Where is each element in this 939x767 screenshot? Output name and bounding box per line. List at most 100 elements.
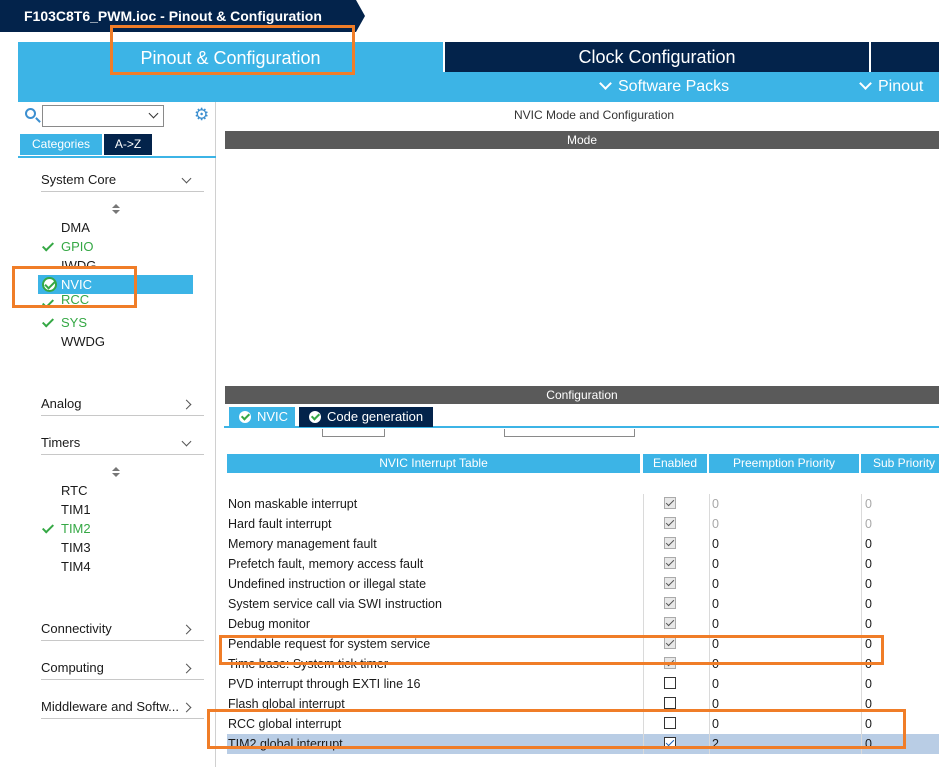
interrupt-name: Non maskable interrupt: [228, 497, 358, 511]
item-label: WWDG: [61, 334, 106, 349]
section-label: Computing: [41, 660, 104, 675]
tab-a-to-z[interactable]: A->Z: [104, 134, 152, 155]
item-label: SYS: [61, 315, 88, 330]
configuration-header[interactable]: Configuration: [225, 386, 939, 404]
section-computing[interactable]: Computing: [41, 656, 204, 680]
column-divider: [861, 594, 862, 614]
column-divider: [643, 594, 644, 614]
checkbox-box: [664, 697, 676, 709]
sidebar-item-dma[interactable]: DMA: [38, 218, 193, 237]
table-row[interactable]: PVD interrupt through EXTI line 16 0 0: [227, 674, 939, 694]
tab-categories[interactable]: Categories: [20, 134, 102, 155]
sidebar-item-tim4[interactable]: TIM4: [38, 557, 193, 576]
column-divider: [643, 514, 644, 534]
interrupt-name: Memory management fault: [228, 537, 377, 551]
section-analog[interactable]: Analog: [41, 392, 204, 416]
enabled-checkbox[interactable]: [664, 677, 678, 691]
preemption-priority[interactable]: 0: [712, 537, 719, 551]
tab-nvic[interactable]: NVIC: [229, 407, 295, 427]
enabled-checkbox: [664, 557, 678, 571]
section-connectivity[interactable]: Connectivity: [41, 617, 204, 641]
item-label: TIM2: [61, 521, 91, 536]
preemption-priority[interactable]: 0: [712, 497, 719, 511]
interrupt-name: Debug monitor: [228, 617, 310, 631]
checkbox-box: [664, 517, 676, 529]
sidebar-item-tim2[interactable]: TIM2: [38, 519, 193, 538]
check-icon: [41, 315, 55, 328]
option-control-stub[interactable]: [504, 429, 635, 437]
interrupt-name: Prefetch fault, memory access fault: [228, 557, 424, 571]
table-row[interactable]: Hard fault interrupt 0 0: [227, 514, 939, 534]
chevron-right-icon: [181, 399, 192, 410]
sub-priority[interactable]: 0: [865, 517, 872, 531]
column-divider: [643, 534, 644, 554]
column-header-enabled[interactable]: Enabled: [643, 454, 707, 473]
column-header-interrupt[interactable]: NVIC Interrupt Table: [227, 454, 640, 473]
sub-priority[interactable]: 0: [865, 617, 872, 631]
chevron-right-icon: [181, 624, 192, 635]
mode-header[interactable]: Mode: [225, 131, 939, 149]
item-label: TIM3: [61, 540, 91, 555]
table-row[interactable]: Non maskable interrupt 0 0: [227, 494, 939, 514]
tab-clock-configuration[interactable]: Clock Configuration: [445, 42, 869, 72]
column-divider: [861, 614, 862, 634]
column-divider: [861, 494, 862, 514]
sub-priority[interactable]: 0: [865, 677, 872, 691]
tab-code-generation[interactable]: Code generation: [299, 407, 433, 427]
sidebar-item-wwdg[interactable]: WWDG: [38, 332, 193, 351]
enabled-checkbox: [664, 537, 678, 551]
preemption-priority[interactable]: 0: [712, 517, 719, 531]
sub-priority[interactable]: 0: [865, 497, 872, 511]
table-row[interactable]: Undefined instruction or illegal state 0 0: [227, 574, 939, 594]
column-divider: [861, 674, 862, 694]
search-combo[interactable]: [42, 105, 164, 127]
sidebar-item-gpio[interactable]: GPIO: [38, 237, 193, 256]
tab-overflow[interactable]: [871, 42, 939, 72]
pinout-menu[interactable]: Pinout: [859, 72, 923, 102]
checkbox-box: [664, 617, 676, 629]
preemption-priority[interactable]: 0: [712, 677, 719, 691]
chevron-down-icon[interactable]: [148, 108, 159, 119]
table-row[interactable]: Prefetch fault, memory access fault 0 0: [227, 554, 939, 574]
section-label: Connectivity: [41, 621, 112, 636]
column-header-preemption[interactable]: Preemption Priority: [709, 454, 859, 473]
column-divider: [861, 554, 862, 574]
section-timers[interactable]: Timers: [41, 431, 204, 455]
chevron-right-icon: [181, 663, 192, 674]
column-header-sub-priority[interactable]: Sub Priority: [861, 454, 939, 473]
sub-menu-bar: Software Packs Pinout: [443, 72, 939, 102]
preemption-priority[interactable]: 0: [712, 577, 719, 591]
sub-priority[interactable]: 0: [865, 577, 872, 591]
section-middleware[interactable]: Middleware and Softw...: [41, 695, 204, 719]
preemption-priority[interactable]: 0: [712, 557, 719, 571]
interrupt-name: Hard fault interrupt: [228, 517, 332, 531]
gear-icon[interactable]: ⚙: [194, 106, 210, 123]
column-divider: [643, 494, 644, 514]
option-control-stub[interactable]: [322, 429, 385, 437]
check-circle-icon: [239, 411, 251, 423]
chevron-down-icon: [181, 173, 192, 184]
table-row[interactable]: Debug monitor 0 0: [227, 614, 939, 634]
sidebar-item-rtc[interactable]: RTC: [38, 481, 193, 500]
sub-priority[interactable]: 0: [865, 597, 872, 611]
sort-icon[interactable]: [112, 204, 120, 216]
configuration-tabs: NVIC Code generation: [224, 404, 939, 428]
column-divider: [709, 534, 710, 554]
table-row[interactable]: Memory management fault 0 0: [227, 534, 939, 554]
interrupt-name: PVD interrupt through EXTI line 16: [228, 677, 421, 691]
preemption-priority[interactable]: 0: [712, 597, 719, 611]
sidebar-item-sys[interactable]: SYS: [38, 313, 193, 332]
checkbox-box: [664, 597, 676, 609]
software-packs-menu[interactable]: Software Packs: [599, 72, 729, 102]
sub-priority[interactable]: 0: [865, 537, 872, 551]
section-system-core[interactable]: System Core: [41, 168, 204, 192]
sidebar-item-tim3[interactable]: TIM3: [38, 538, 193, 557]
nvic-panel: NVIC Mode and Configuration Mode Configu…: [224, 102, 939, 767]
preemption-priority[interactable]: 0: [712, 617, 719, 631]
sub-priority[interactable]: 0: [865, 557, 872, 571]
item-label: RTC: [61, 483, 88, 498]
table-row[interactable]: System service call via SWI instruction 0…: [227, 594, 939, 614]
sidebar-item-tim1[interactable]: TIM1: [38, 500, 193, 519]
sort-icon[interactable]: [112, 467, 120, 479]
check-circle-icon: [309, 411, 321, 423]
